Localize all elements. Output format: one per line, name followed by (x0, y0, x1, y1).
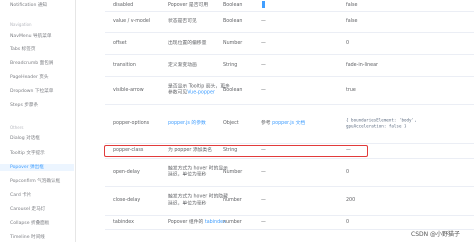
type-cell: number (223, 197, 242, 203)
sidebar-item-dialog[interactable]: Dialog 对话框 (10, 135, 74, 142)
default-cell: 0 (346, 169, 350, 175)
type-cell: Object (223, 120, 239, 126)
vue-popper-link[interactable]: Vue-popper (187, 91, 215, 96)
sidebar-item-collapse[interactable]: Collapse 折叠面板 (10, 220, 74, 227)
sidebar-item-timeline[interactable]: Timeline 时间线 (10, 234, 74, 241)
sidebar-item-popconfirm[interactable]: Popconfirm 气泡确认框 (10, 178, 74, 185)
default-cell: 200 (346, 197, 356, 203)
sidebar-item-popover[interactable]: Popover 弹出框 (0, 164, 74, 171)
sidebar-item-card[interactable]: Card 卡片 (10, 192, 74, 199)
desc-cell: 触发方式为 hover 时的隐藏延迟，单位为毫秒 (168, 194, 228, 207)
desc-cell: 触发方式为 hover 时的显示延迟，单位为毫秒 (168, 166, 228, 178)
sidebar-group-navigation: Navigation (10, 22, 32, 27)
table-row: open-delay 触发方式为 hover 时的显示延迟，单位为毫秒 Numb… (105, 159, 474, 187)
default-cell: false (346, 2, 358, 8)
sidebar-item-tooltip[interactable]: Tooltip 文字提示 (10, 150, 74, 157)
table-row: offset 出现位置的偏移量 Number — 0 (105, 33, 474, 55)
type-cell: Boolean (223, 18, 243, 24)
sidebar-item-navmenu[interactable]: NavMenu 导航菜单 (10, 33, 74, 40)
csdn-watermark: CSDN @小野猫子 (411, 231, 461, 238)
default-code: { boundariesElement: 'body', gpuAccelera… (346, 117, 417, 129)
type-cell: Number (223, 169, 243, 175)
attr-cell: disabled (113, 2, 134, 8)
options-cell: — (261, 40, 266, 46)
attr-cell: offset (113, 40, 127, 46)
table-row: tabindex Popover 组件的 tabindex number — 0 (105, 216, 474, 230)
default-cell: 0 (346, 40, 350, 46)
options-cell: 参考 popper.js 文档 (261, 121, 345, 128)
desc-cell: Popover 组件的 tabindex (168, 219, 230, 226)
type-cell: number (223, 219, 242, 225)
sidebar-group-others: Others (10, 125, 24, 130)
type-cell: Boolean (223, 87, 243, 93)
options-cell: — (261, 197, 266, 203)
options-cell: — (261, 62, 266, 68)
desc-text: Popover 组件的 (168, 219, 204, 225)
attr-cell: tabindex (113, 219, 134, 225)
attr-cell: visible-arrow (113, 87, 144, 93)
options-text: 参考 (261, 120, 271, 126)
sidebar-item-carousel[interactable]: Carousel 走马灯 (10, 206, 74, 213)
desc-cell: popper.js 的参数 (168, 121, 230, 128)
sidebar-item-pageheader[interactable]: PageHeader 页头 (10, 74, 74, 81)
sidebar-item-breadcrumb[interactable]: Breadcrumb 面包屑 (10, 60, 74, 67)
default-cell: false (346, 18, 358, 24)
desc-cell: 状态是否可见 (168, 18, 197, 24)
desc-cell: Popover 是否可用 (168, 2, 209, 8)
desc-cell: 出现位置的偏移量 (168, 40, 207, 46)
popper-class-highlight-box (104, 145, 368, 157)
options-cell: — (261, 18, 266, 24)
options-cell: — (261, 169, 266, 175)
attributes-table: disabled Popover 是否可用 Boolean false valu… (105, 0, 474, 242)
sidebar-item-dropdown[interactable]: Dropdown 下拉菜单 (10, 88, 74, 95)
desc-cell: 是否显示 Tooltip 箭头，更多参数可见Vue-popper (168, 84, 230, 97)
default-cell: { boundariesElement: 'body', gpuAccelera… (346, 117, 430, 130)
sidebar-item-tabs[interactable]: Tabs 标签页 (10, 46, 74, 53)
attr-cell: close-delay (113, 197, 141, 203)
attr-cell: popper-options (113, 120, 150, 126)
type-cell: String (223, 62, 238, 68)
table-row: visible-arrow 是否显示 Tooltip 箭头，更多参数可见Vue-… (105, 77, 474, 105)
table-row: transition 定义渐变动画 String — fade-in-linea… (105, 55, 474, 77)
default-cell: 0 (346, 219, 350, 225)
sidebar-item-notification[interactable]: Notification 通知 (10, 2, 74, 9)
options-cell: — (261, 87, 266, 93)
default-cell: true (346, 87, 356, 93)
table-row: disabled Popover 是否可用 Boolean false (105, 0, 474, 12)
table-row: value / v-model 状态是否可见 Boolean — false (105, 12, 474, 33)
popperjs-params-link[interactable]: popper.js 的参数 (168, 121, 206, 126)
table-row: close-delay 触发方式为 hover 时的隐藏延迟，单位为毫秒 num… (105, 187, 474, 216)
attr-cell: open-delay (113, 169, 140, 175)
default-cell: fade-in-linear (346, 62, 379, 68)
attr-cell: transition (113, 62, 136, 68)
options-cell: — (261, 219, 266, 225)
sidebar-nav: Notification 通知 Navigation NavMenu 导航菜单 … (0, 0, 76, 242)
attr-cell: value / v-model (113, 18, 151, 24)
popperjs-doc-link[interactable]: popper.js 文档 (272, 121, 305, 126)
type-cell: Boolean (223, 2, 243, 8)
sidebar-item-steps[interactable]: Steps 步骤条 (10, 102, 74, 109)
desc-cell: 定义渐变动画 (168, 62, 197, 68)
type-cell: Number (223, 40, 243, 46)
table-row: popper-options popper.js 的参数 Object 参考 p… (105, 105, 474, 144)
